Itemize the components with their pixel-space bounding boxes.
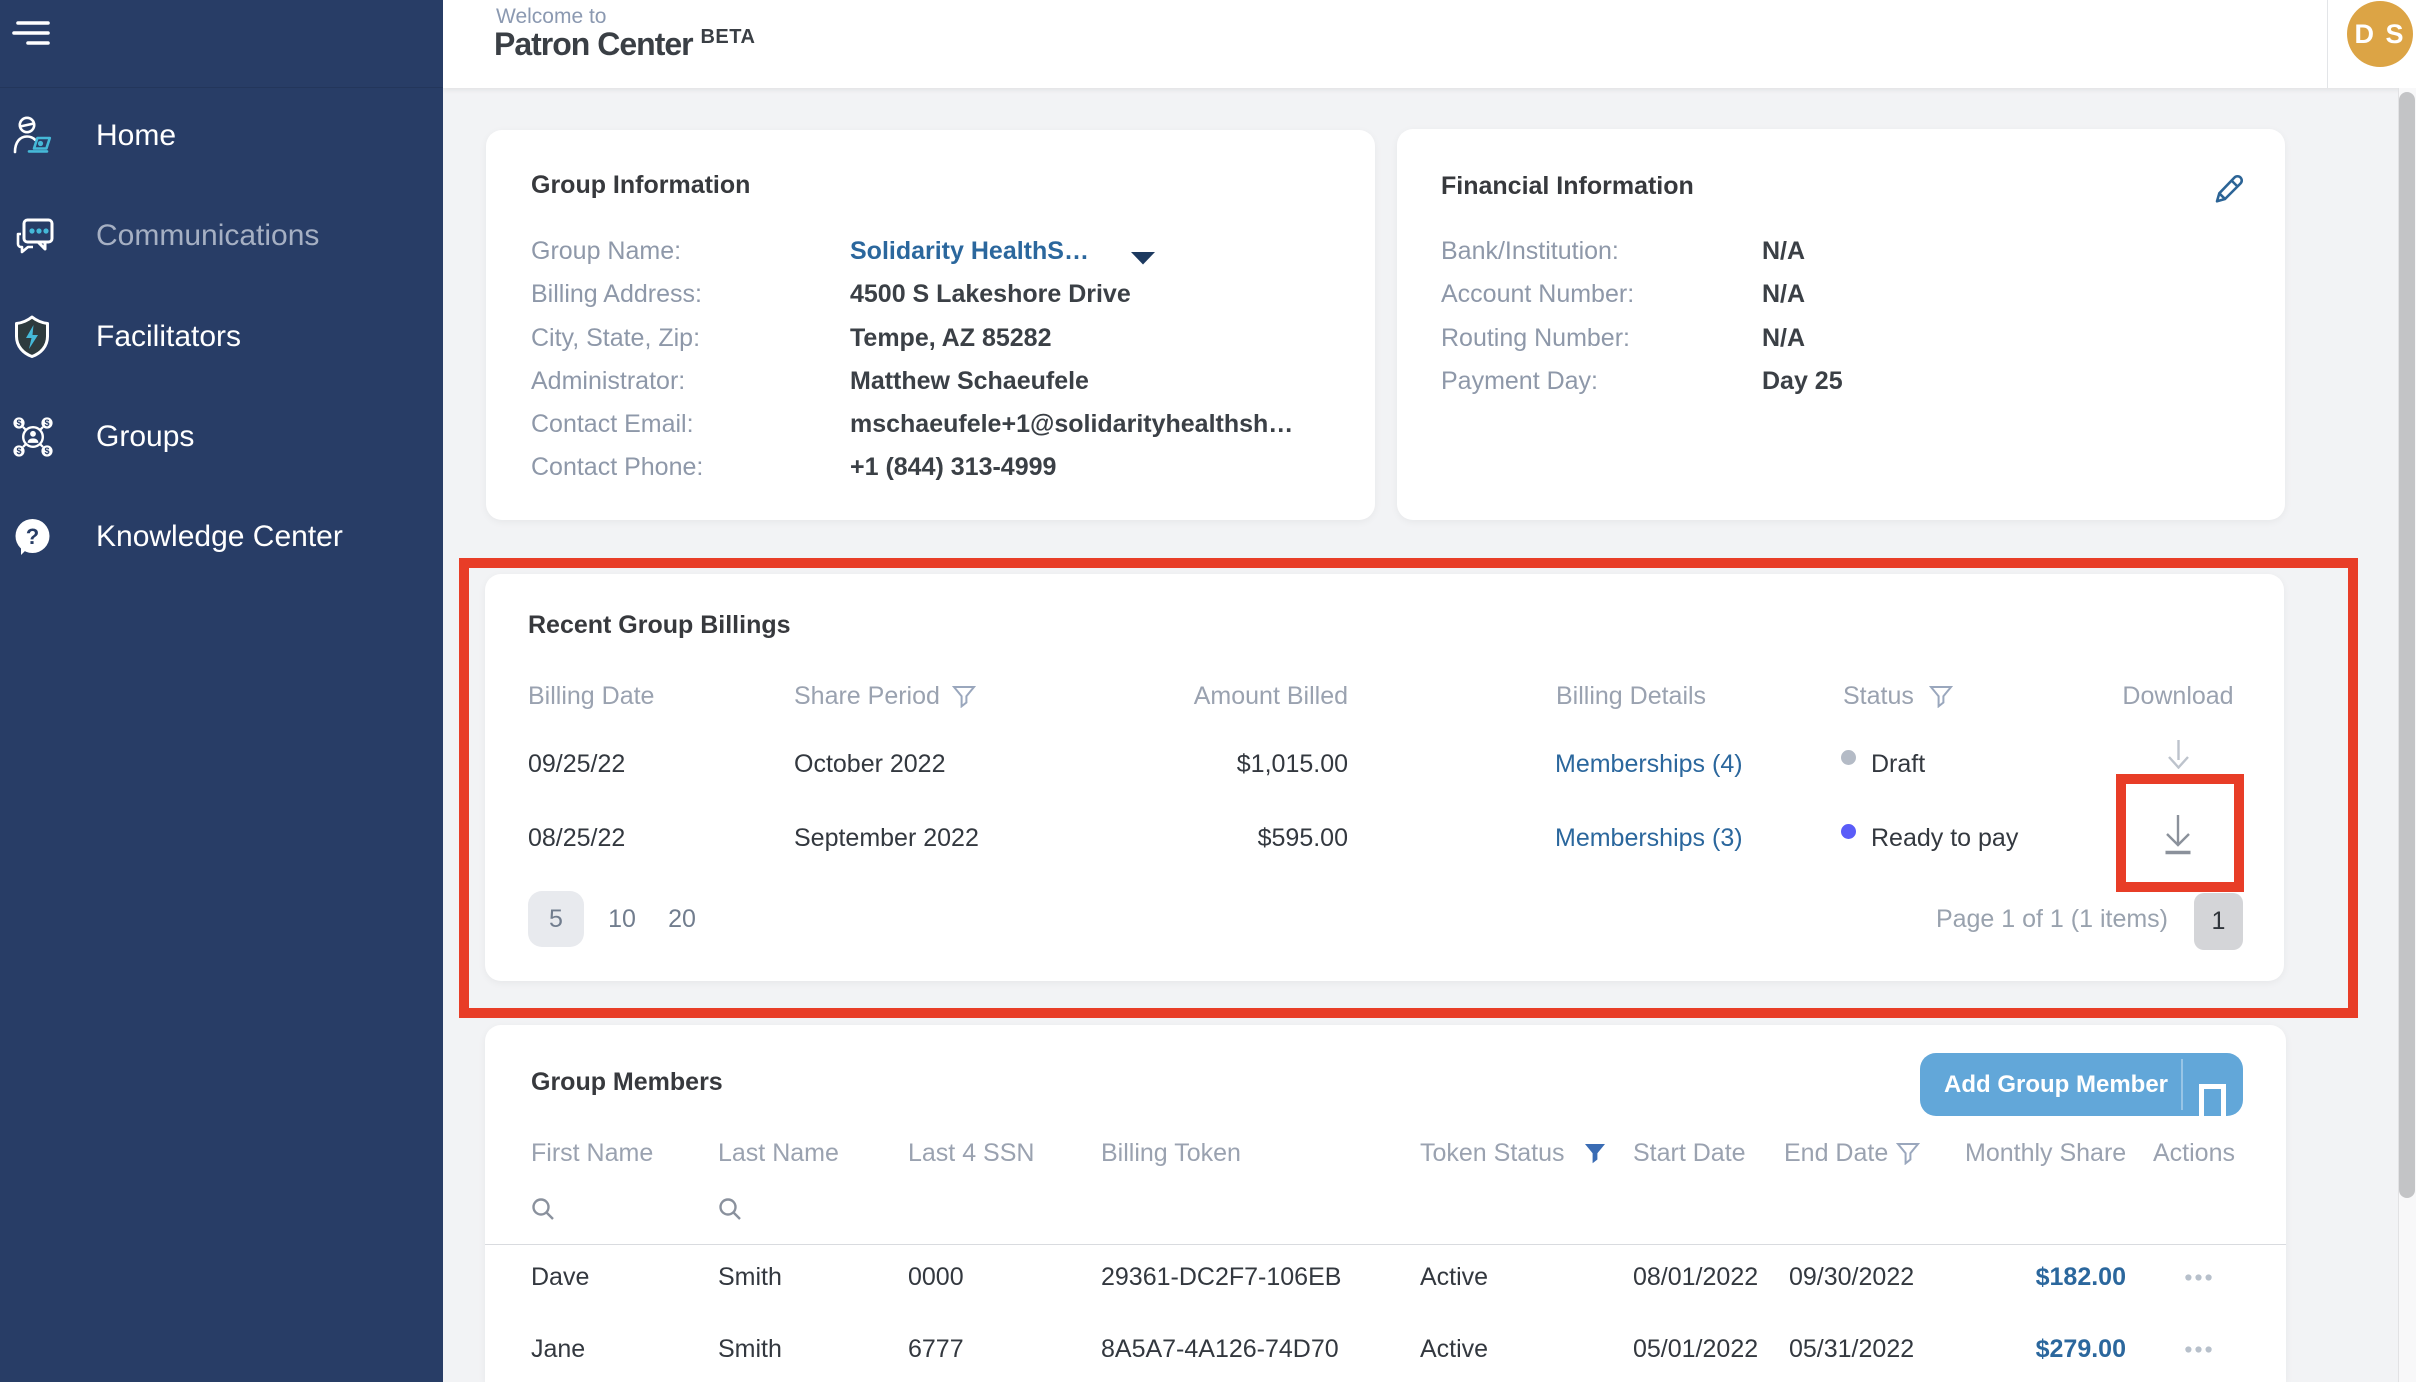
svg-text:$: $ (44, 418, 49, 428)
svg-text:$: $ (44, 446, 49, 456)
svg-text:$: $ (16, 446, 21, 456)
svg-text:$: $ (16, 418, 21, 428)
svg-text:?: ? (26, 524, 39, 549)
